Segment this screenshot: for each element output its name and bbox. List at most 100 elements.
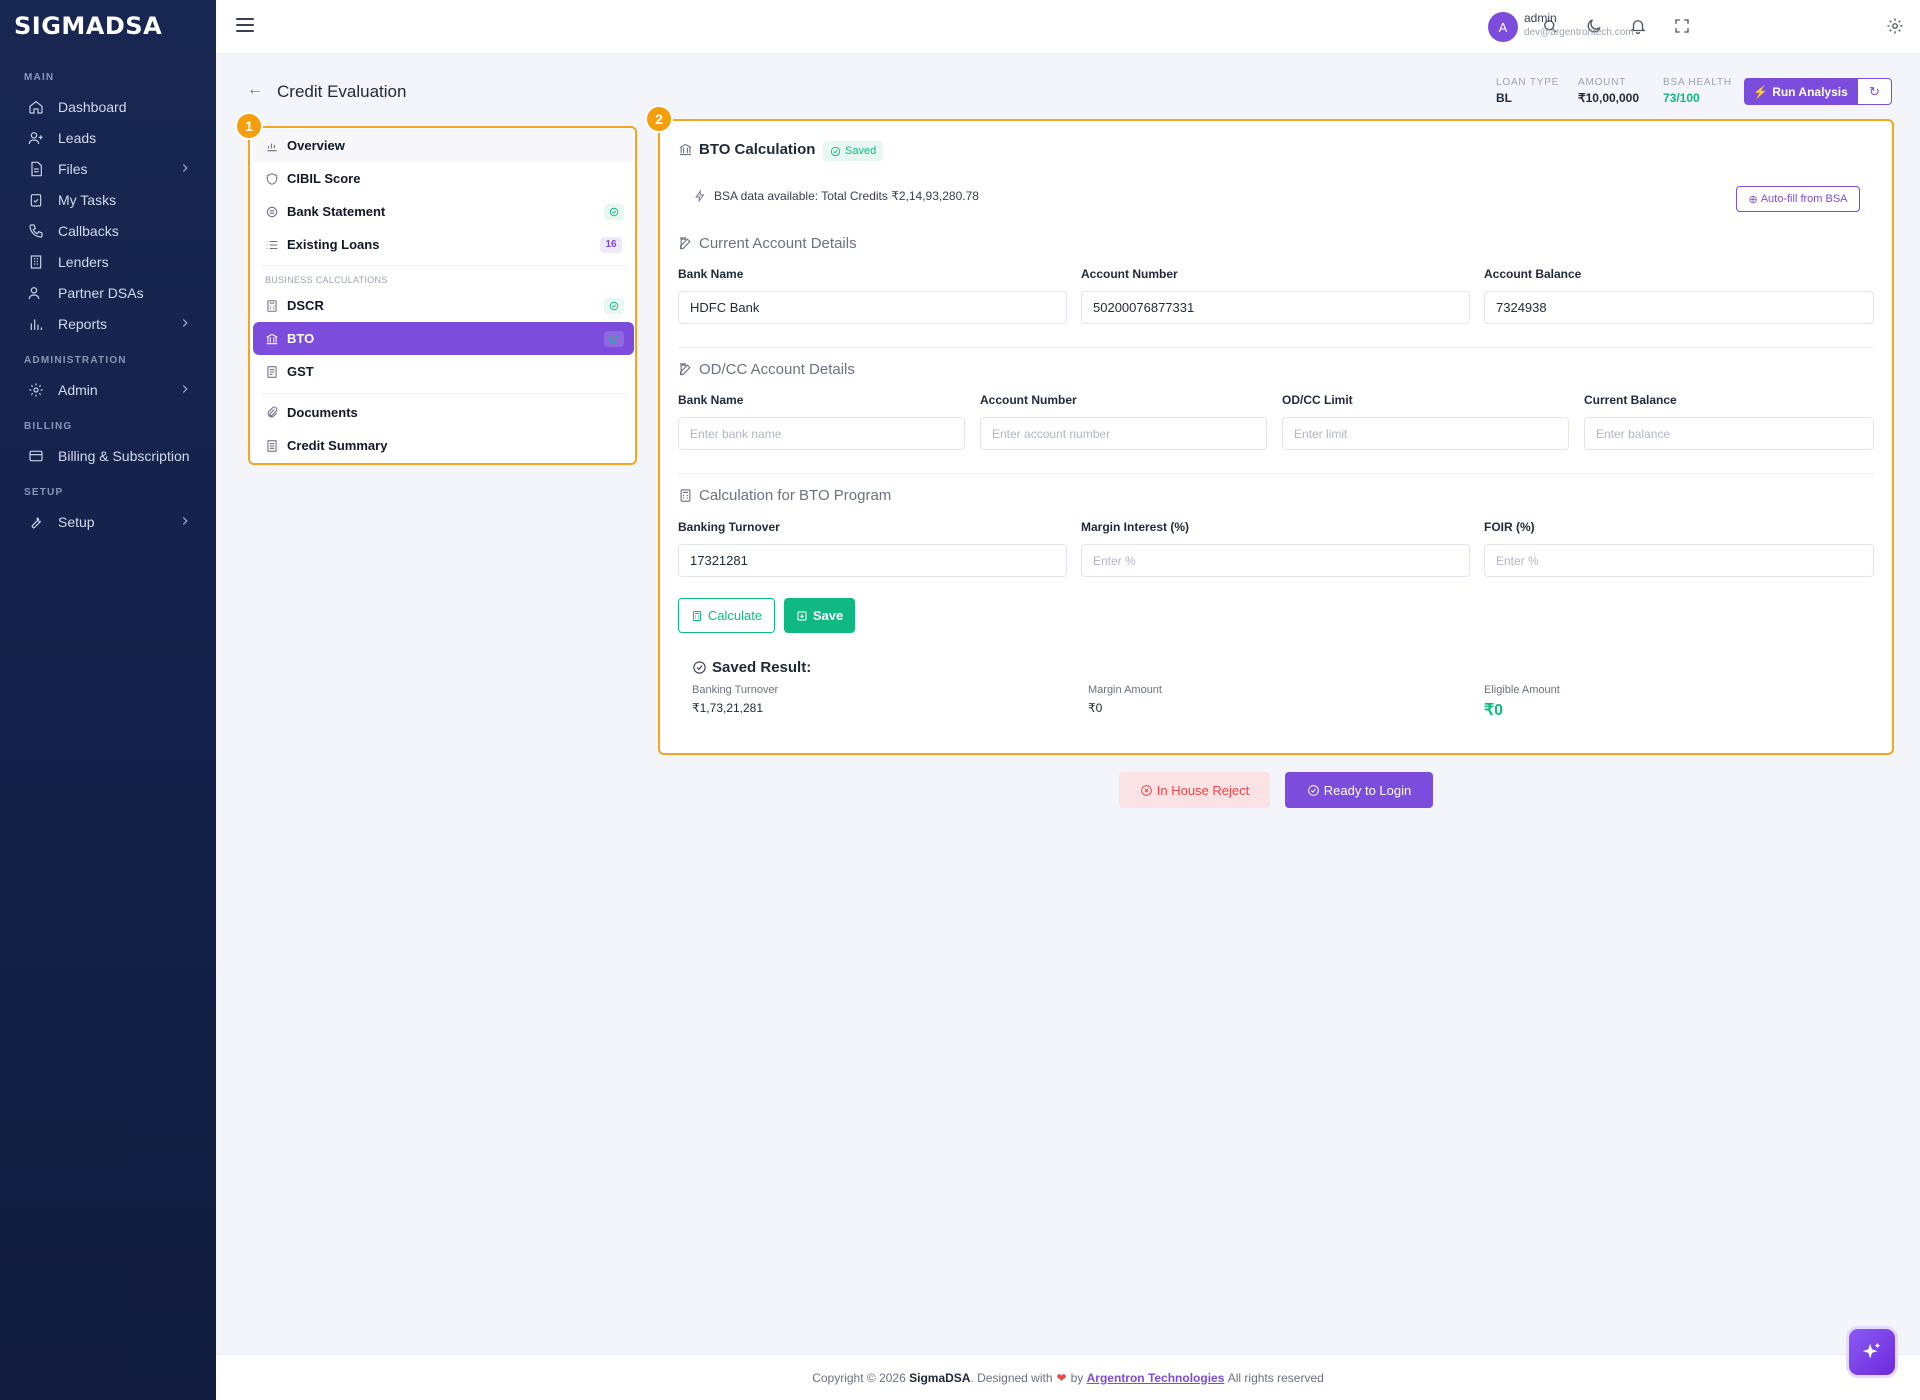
margin-interest-input[interactable] bbox=[1081, 544, 1470, 577]
save-label: Save bbox=[812, 608, 844, 623]
odcc-limit-input[interactable] bbox=[1282, 417, 1569, 450]
in-house-reject-button[interactable]: In House Reject bbox=[1119, 772, 1270, 808]
settings-gear-icon[interactable] bbox=[1884, 15, 1906, 37]
run-analysis-button[interactable]: ⚡ Run Analysis bbox=[1744, 78, 1857, 105]
current-account-number-input[interactable] bbox=[1081, 291, 1470, 324]
menu-item-label: DSCR bbox=[287, 298, 324, 313]
sidebar-item-partner-dsas[interactable]: Partner DSAs bbox=[0, 277, 216, 308]
odcc-balance-label: Current Balance bbox=[1584, 393, 1677, 407]
result-margin-value: ₹0 bbox=[1088, 701, 1103, 715]
check-circle-icon bbox=[1307, 784, 1319, 796]
brand-logo[interactable]: SIGMADSA bbox=[0, 0, 216, 52]
step-badge-2: 2 bbox=[645, 105, 673, 133]
menu-item-gst[interactable]: GST bbox=[253, 355, 634, 388]
edit-icon bbox=[679, 237, 691, 250]
menu-item-dscr[interactable]: DSCR bbox=[253, 289, 634, 322]
nav-section-billing: BILLING bbox=[24, 421, 73, 432]
foir-input[interactable] bbox=[1484, 544, 1874, 577]
menu-item-documents[interactable]: Documents bbox=[253, 396, 634, 429]
menu-item-overview[interactable]: Overview bbox=[253, 129, 634, 162]
check-circle-icon bbox=[604, 297, 624, 314]
sidebar-item-callbacks[interactable]: Callbacks bbox=[0, 215, 216, 246]
sidebar-item-files[interactable]: Files bbox=[0, 153, 216, 184]
wrench-icon bbox=[28, 514, 44, 530]
stat-label: AMOUNT bbox=[1578, 77, 1627, 88]
sidebar-item-lenders[interactable]: Lenders bbox=[0, 246, 216, 277]
nav-section-main: MAIN bbox=[24, 72, 55, 83]
chevron-right-icon bbox=[178, 316, 192, 330]
heart-icon: ❤ bbox=[1056, 1370, 1067, 1385]
menu-item-cibil-score[interactable]: CIBIL Score bbox=[253, 162, 634, 195]
bsa-info-text: BSA data available: Total Credits ₹2,14,… bbox=[714, 189, 979, 203]
bank-building-icon bbox=[679, 143, 692, 156]
bank-icon bbox=[265, 205, 279, 219]
refresh-button[interactable]: ↻ bbox=[1857, 78, 1892, 105]
page-title: Credit Evaluation bbox=[277, 82, 407, 101]
sidebar-item-label: Setup bbox=[58, 513, 95, 530]
gear-icon bbox=[28, 382, 44, 398]
bto-calculation-panel: BTO Calculation Saved BSA data available… bbox=[658, 119, 1894, 755]
menu-item-credit-summary[interactable]: Credit Summary bbox=[253, 429, 634, 462]
menu-item-bto[interactable]: BTO bbox=[253, 322, 634, 355]
stat-value: 73/100 bbox=[1663, 91, 1700, 105]
divider bbox=[678, 473, 1874, 474]
sidebar-item-leads[interactable]: Leads bbox=[0, 122, 216, 153]
sidebar-item-my-tasks[interactable]: My Tasks bbox=[0, 184, 216, 215]
save-button[interactable]: Save bbox=[784, 598, 855, 633]
odcc-bank-name-input[interactable] bbox=[678, 417, 965, 450]
sidebar-item-admin[interactable]: Admin bbox=[0, 374, 216, 405]
check-circle-icon bbox=[604, 203, 624, 220]
menu-item-label: Overview bbox=[287, 138, 345, 153]
current-account-balance-input[interactable] bbox=[1484, 291, 1874, 324]
sidebar-item-billing[interactable]: Billing & Subscription bbox=[0, 440, 216, 471]
sidebar-item-reports[interactable]: Reports bbox=[0, 308, 216, 339]
footer-rights: All rights reserved bbox=[1227, 1370, 1324, 1385]
ready-to-login-button[interactable]: Ready to Login bbox=[1285, 772, 1433, 808]
phone-icon bbox=[28, 223, 44, 239]
sidebar-item-setup[interactable]: Setup bbox=[0, 506, 216, 537]
chart-icon bbox=[265, 139, 279, 153]
reject-label: In House Reject bbox=[1156, 782, 1250, 798]
ai-assistant-button[interactable] bbox=[1846, 1326, 1898, 1378]
user-name: admin bbox=[1524, 11, 1557, 25]
odcc-account-number-input[interactable] bbox=[980, 417, 1267, 450]
fullscreen-icon[interactable] bbox=[1671, 15, 1693, 37]
calculate-label: Calculate bbox=[707, 608, 763, 623]
sidebar-item-label: Admin bbox=[58, 381, 98, 398]
odcc-bank-name-label: Bank Name bbox=[678, 393, 744, 407]
sidebar: SIGMADSA MAIN Dashboard Leads Files My T… bbox=[0, 0, 216, 1400]
menu-item-label: GST bbox=[287, 364, 314, 379]
menu-item-bank-statement[interactable]: Bank Statement bbox=[253, 195, 634, 228]
footer-copyright: Copyright © 2026 bbox=[812, 1370, 906, 1385]
autofill-from-bsa-button[interactable]: ⊕ Auto-fill from BSA bbox=[1736, 186, 1860, 212]
odcc-account-title: OD/CC Account Details bbox=[678, 361, 855, 378]
avatar[interactable]: A bbox=[1488, 12, 1518, 42]
menu-item-existing-loans[interactable]: Existing Loans 16 bbox=[253, 228, 634, 261]
current-bank-name-input[interactable] bbox=[678, 291, 1067, 324]
menu-item-label: Bank Statement bbox=[287, 204, 386, 219]
chevron-right-icon bbox=[178, 382, 192, 396]
count-badge: 16 bbox=[600, 236, 622, 253]
sidebar-item-dashboard[interactable]: Dashboard bbox=[0, 91, 216, 122]
bank-building-icon bbox=[265, 332, 279, 346]
back-arrow-icon[interactable]: ← bbox=[247, 81, 267, 101]
calculator-icon bbox=[680, 489, 691, 502]
nav-section-administration: ADMINISTRATION bbox=[24, 355, 127, 366]
footer-company-link[interactable]: Argentron Technologies bbox=[1087, 1371, 1225, 1385]
calculator-icon bbox=[692, 610, 701, 621]
sidebar-item-label: Reports bbox=[58, 315, 108, 332]
menu-item-label: Credit Summary bbox=[287, 438, 388, 453]
refresh-icon: ↻ bbox=[1869, 83, 1880, 99]
hamburger-menu-icon[interactable] bbox=[236, 18, 254, 36]
menu-item-label: Existing Loans bbox=[287, 237, 380, 252]
sidebar-item-label: Files bbox=[58, 160, 88, 177]
calculate-button[interactable]: Calculate bbox=[678, 598, 775, 633]
sidebar-item-label: Partner DSAs bbox=[58, 284, 144, 301]
x-circle-icon bbox=[1140, 784, 1152, 796]
sidebar-item-label: Leads bbox=[58, 129, 97, 146]
nav-section-setup: SETUP bbox=[24, 487, 64, 498]
banking-turnover-input[interactable] bbox=[678, 544, 1067, 577]
chevron-right-icon bbox=[178, 161, 192, 175]
odcc-current-balance-input[interactable] bbox=[1584, 417, 1874, 450]
sidebar-item-label: Callbacks bbox=[58, 222, 119, 239]
